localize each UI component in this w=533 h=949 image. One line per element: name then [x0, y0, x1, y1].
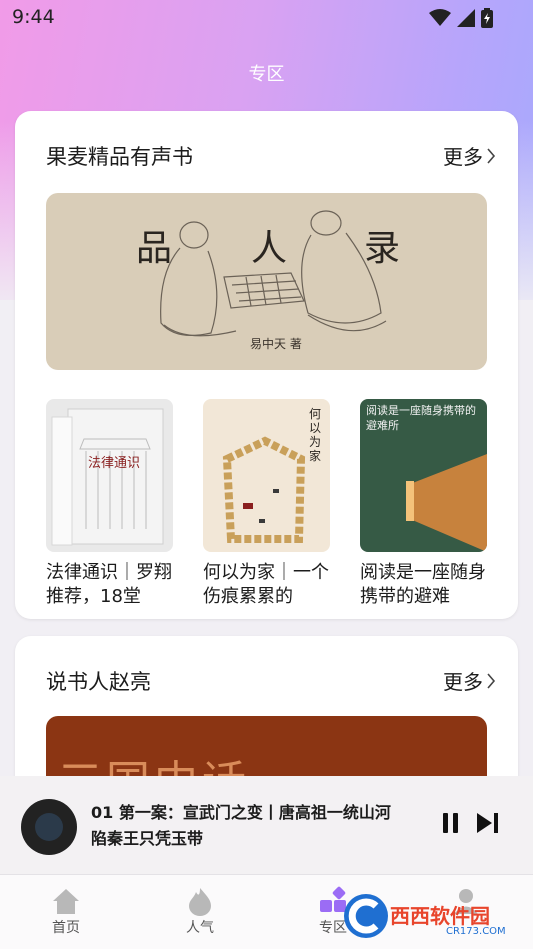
flame-icon — [189, 888, 211, 916]
signal-icon — [457, 9, 475, 27]
book-item[interactable]: 何以为家 何以为家｜一个伤痕累累的 — [203, 399, 330, 609]
status-time: 9:44 — [12, 6, 55, 28]
tab-label: 首页 — [52, 920, 80, 936]
site-watermark: 西西软件园 CR173.COM — [340, 890, 520, 942]
status-bar: 9:44 — [0, 0, 533, 36]
tab-popular[interactable]: 人气 — [170, 885, 230, 937]
page-title: 专区 — [248, 64, 285, 85]
chevron-right-icon — [487, 672, 496, 689]
book-item[interactable]: 阅读是一座随身携带的避难所 阅读是一座随身携带的避难 — [360, 399, 487, 609]
watermark-logo-icon — [344, 894, 388, 938]
more-button[interactable]: 更多 — [443, 666, 496, 695]
cover-art-law — [51, 408, 164, 546]
section-title: 说书人赵亮 — [46, 670, 151, 694]
album-cover — [21, 799, 77, 855]
tab-label: 人气 — [186, 920, 214, 936]
banner-char-3: 录 — [364, 228, 401, 269]
watermark-text: 西西软件园 — [390, 904, 490, 928]
status-icons — [429, 8, 493, 28]
watermark-sub: CR173.COM — [446, 926, 506, 937]
next-icon[interactable] — [476, 812, 500, 834]
banner-author: 易中天 著 — [250, 337, 302, 351]
pause-icon[interactable] — [441, 812, 461, 834]
book-cover: 阅读是一座随身携带的避难所 — [360, 399, 487, 552]
mini-player[interactable]: 01 第一案：宣武门之变丨唐高祖一统山河 陷秦王只凭玉带 — [0, 776, 533, 874]
book-cover: 法律通识 — [46, 399, 173, 552]
section-title: 果麦精品有声书 — [46, 145, 193, 169]
wifi-icon — [429, 9, 451, 26]
cover-title: 法律通识 — [88, 456, 141, 471]
cover-title: 阅读是一座随身携带的避难所 — [366, 404, 476, 432]
chevron-right-icon — [487, 147, 496, 164]
book-list: 法律通识 法律通识｜罗翔推荐，18堂 何以为家 何以为家｜一个伤痕累累的 阅读是… — [46, 399, 487, 609]
featured-banner[interactable]: 品 人 录 易中天 著 — [46, 193, 487, 370]
cover-title: 何以为家 — [309, 407, 322, 463]
more-label: 更多 — [443, 670, 483, 694]
home-icon — [53, 889, 79, 914]
book-title: 阅读是一座随身携带的避难 — [360, 562, 486, 607]
banner-char-1: 品 — [136, 228, 173, 269]
book-title: 法律通识｜罗翔推荐，18堂 — [46, 562, 172, 607]
battery-icon — [481, 8, 493, 28]
more-button[interactable]: 更多 — [443, 141, 496, 170]
book-item[interactable]: 法律通识 法律通识｜罗翔推荐，18堂 — [46, 399, 173, 609]
tab-home[interactable]: 首页 — [36, 885, 96, 937]
more-label: 更多 — [443, 145, 483, 169]
banner-char-2: 人 — [251, 228, 288, 269]
book-title: 何以为家｜一个伤痕累累的 — [203, 562, 329, 607]
section-card-audiobooks: 果麦精品有声书 更多 品 人 录 易中天 著 法律通识 法律通识｜罗翔推荐，18… — [15, 111, 518, 619]
player-track-title: 01 第一案：宣武门之变丨唐高祖一统山河 陷秦王只凭玉带 — [91, 803, 391, 848]
book-cover: 何以为家 — [203, 399, 330, 552]
